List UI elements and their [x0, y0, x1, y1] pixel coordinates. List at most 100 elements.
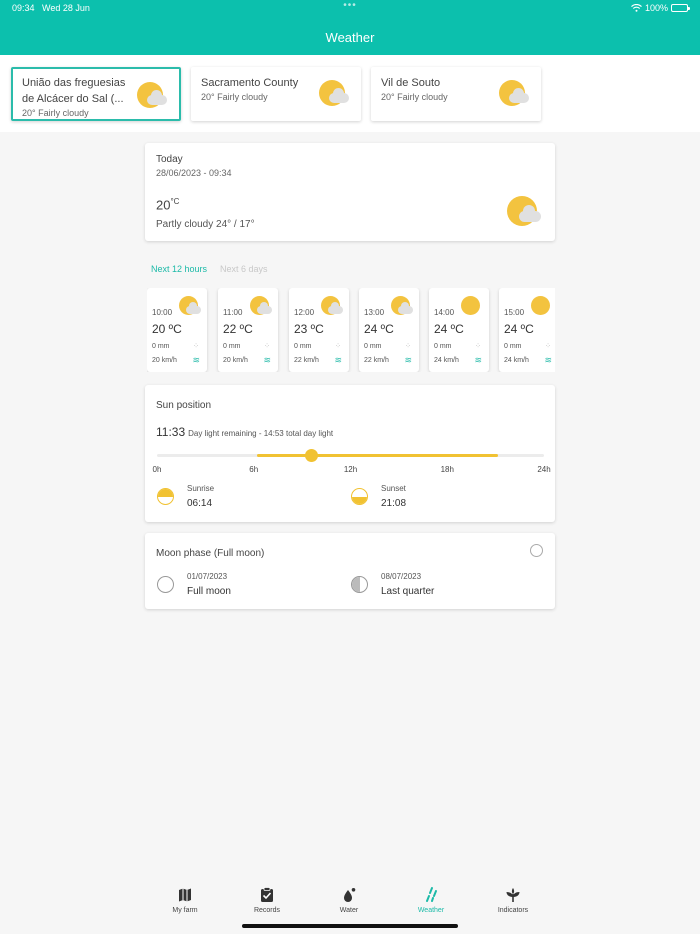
hour-rain: 0 mm	[152, 343, 170, 350]
hour-rain: 0 mm	[223, 343, 241, 350]
hour-card: 11:00 22 ºC 0 mm ⁘ 20 km/h ≋	[218, 288, 278, 372]
multitask-dots-icon[interactable]: •••	[343, 0, 357, 11]
sun-position-card: Sun position 11:33 Day light remaining - …	[145, 385, 555, 522]
wind-icon: ≋	[404, 355, 412, 365]
rain-drops-icon: ⁘	[545, 343, 551, 350]
hour-time: 14:00	[434, 308, 455, 317]
hour-temp: 20 ºC	[152, 322, 182, 336]
hour-rain: 0 mm	[504, 343, 522, 350]
today-description: Partly cloudy 24° / 17°	[156, 219, 255, 230]
partly-cloudy-icon	[321, 296, 343, 316]
hour-card: 14:00 24 ºC 0 mm ⁘ 24 km/h ≋	[429, 288, 489, 372]
nav-weather[interactable]: Weather	[396, 887, 466, 914]
partly-cloudy-icon	[179, 296, 201, 316]
hour-card: 15:00 24 ºC 0 mm ⁘ 24 km/h ≋	[499, 288, 555, 372]
wind-icon: ≋	[474, 355, 482, 365]
daylight-track	[157, 449, 544, 462]
location-card[interactable]: Sacramento County 20° Fairly cloudy	[191, 67, 361, 121]
hour-temp: 24 ºC	[434, 322, 464, 336]
last-quarter-icon	[351, 576, 368, 593]
hour-rain: 0 mm	[294, 343, 312, 350]
partly-cloudy-icon	[499, 80, 529, 108]
clipboard-check-icon	[261, 887, 273, 902]
tick-label: 12h	[343, 465, 358, 474]
tick-label: 18h	[440, 465, 454, 474]
battery-percent: 100%	[644, 3, 668, 13]
moon-phase-label: Moon phase (Full moon)	[156, 548, 265, 559]
rain-drops-icon: ⁘	[193, 343, 199, 350]
sunset-label: Sunset	[381, 484, 406, 493]
rain-drops-icon: ⁘	[475, 343, 481, 350]
hour-wind: 20 km/h	[223, 357, 248, 364]
partly-cloudy-icon	[391, 296, 413, 316]
moon-event-name: Full moon	[187, 586, 231, 597]
nav-indicators[interactable]: Indicators	[478, 887, 548, 914]
sunny-icon	[531, 296, 553, 316]
hour-wind: 24 km/h	[434, 357, 459, 364]
partly-cloudy-icon	[250, 296, 272, 316]
rain-drops-icon: ⁘	[264, 343, 270, 350]
weather-icon	[426, 887, 437, 902]
hour-temp: 24 ºC	[504, 322, 534, 336]
hour-card: 10:00 20 ºC 0 mm ⁘ 20 km/h ≋	[147, 288, 207, 372]
status-date: Wed 28 Jun	[42, 3, 90, 13]
wind-icon: ≋	[334, 355, 342, 365]
sunset-icon	[351, 488, 368, 505]
hour-card: 12:00 23 ºC 0 mm ⁘ 22 km/h ≋	[289, 288, 349, 372]
hour-wind: 22 km/h	[364, 357, 389, 364]
sunrise-time: 06:14	[187, 498, 213, 509]
water-drop-icon	[344, 888, 356, 902]
nav-my-farm[interactable]: My farm	[150, 887, 220, 914]
daylight-remaining: 11:33 Day light remaining - 14:53 total d…	[156, 425, 334, 439]
nav-records[interactable]: Records	[232, 887, 302, 914]
tick-label: 6h	[249, 465, 259, 474]
status-right: 100%	[631, 3, 690, 13]
hour-time: 13:00	[364, 308, 385, 317]
today-card: Today 28/06/2023 - 09:34 20°C Partly clo…	[145, 143, 555, 241]
tab-next-6-days[interactable]: Next 6 days	[220, 264, 268, 274]
app-header: 09:34 Wed 28 Jun ••• 100% Weather	[0, 0, 700, 55]
tick-label: 24h	[537, 465, 551, 474]
sun-marker	[305, 449, 319, 462]
nav-water[interactable]: Water	[314, 887, 384, 914]
moon-event-name: Last quarter	[381, 586, 435, 597]
today-datetime: 28/06/2023 - 09:34	[156, 168, 232, 178]
sunrise-label: Sunrise	[187, 484, 215, 493]
home-indicator[interactable]	[242, 924, 458, 928]
today-label: Today	[156, 154, 183, 165]
page-title: Weather	[325, 30, 375, 45]
full-moon-icon	[157, 576, 174, 593]
full-moon-icon	[530, 544, 543, 557]
status-time: 09:34	[12, 3, 35, 13]
hour-temp: 22 ºC	[223, 322, 253, 336]
partly-cloudy-icon	[137, 82, 167, 110]
wind-icon: ≋	[192, 355, 200, 365]
daylight-segment	[257, 454, 498, 457]
rain-drops-icon: ⁘	[335, 343, 341, 350]
hour-time: 10:00	[152, 308, 173, 317]
wind-icon: ≋	[263, 355, 271, 365]
wifi-icon	[631, 4, 642, 12]
hour-rain: 0 mm	[364, 343, 382, 350]
location-card[interactable]: Vil de Souto 20° Fairly cloudy	[371, 67, 541, 121]
moon-event-date: 01/07/2023	[187, 572, 228, 581]
sunny-icon	[461, 296, 483, 316]
hour-time: 11:00	[223, 308, 243, 317]
partly-cloudy-icon	[319, 80, 349, 108]
tab-next-12-hours[interactable]: Next 12 hours	[151, 264, 207, 274]
hour-time: 12:00	[294, 308, 315, 317]
hour-wind: 24 km/h	[504, 357, 529, 364]
sunrise-icon	[157, 488, 174, 505]
status-bar: 09:34 Wed 28 Jun ••• 100%	[12, 0, 690, 15]
sprout-icon	[506, 888, 520, 902]
sunset-time: 21:08	[381, 498, 407, 509]
hour-wind: 20 km/h	[152, 357, 177, 364]
battery-icon	[671, 4, 690, 12]
map-icon	[179, 888, 191, 902]
hour-temp: 23 ºC	[294, 322, 324, 336]
today-temperature: 20°C	[156, 197, 180, 213]
location-card[interactable]: União das freguesias de Alcácer do Sal (…	[11, 67, 181, 121]
tick-label: 0h	[152, 465, 162, 474]
hourly-forecast[interactable]: 10:00 20 ºC 0 mm ⁘ 20 km/h ≋ 11:00 22 ºC…	[147, 288, 555, 372]
sun-position-label: Sun position	[156, 400, 212, 411]
